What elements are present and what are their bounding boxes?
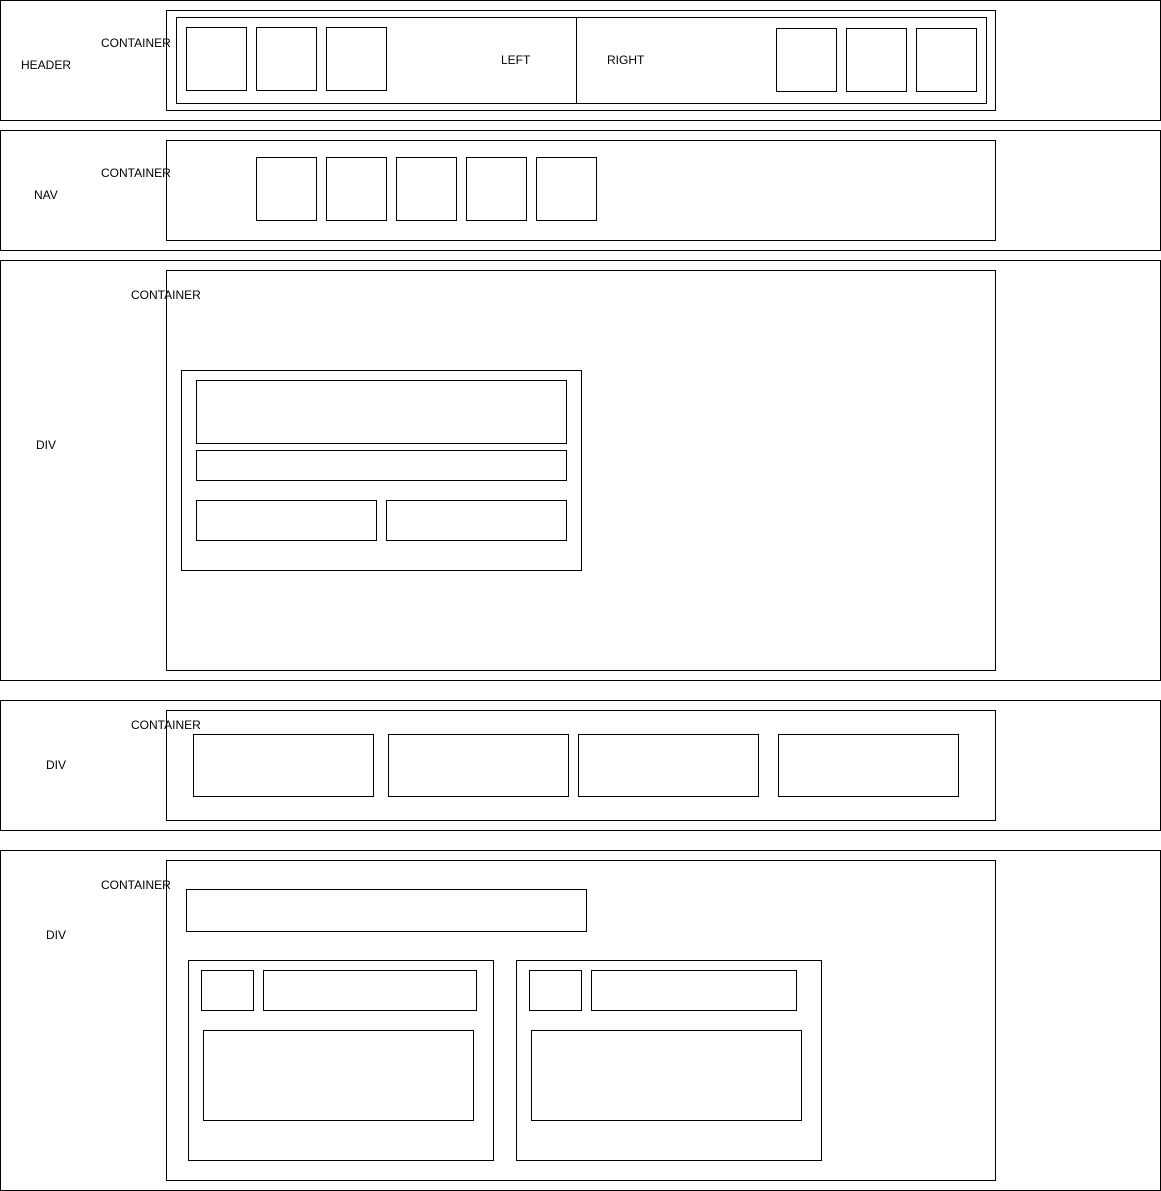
nav-item-block	[326, 157, 387, 221]
nav-item-block	[466, 157, 527, 221]
card-block	[193, 734, 374, 797]
card-block	[578, 734, 759, 797]
card-block	[388, 734, 569, 797]
form-card-right-button	[386, 500, 567, 541]
panel-left-avatar	[201, 970, 254, 1011]
panel-left-title-bar	[263, 970, 477, 1011]
header-right-block	[846, 28, 907, 92]
panel-right-body	[531, 1030, 802, 1121]
header-label: HEADER	[21, 58, 72, 72]
nav-label: NAV	[34, 188, 58, 202]
div-panels-container-label: CONTAINER	[101, 878, 171, 892]
header-left-block	[186, 27, 247, 91]
nav-item-block	[396, 157, 457, 221]
card-block	[778, 734, 959, 797]
nav-item-block	[256, 157, 317, 221]
header-left-label: LEFT	[501, 53, 531, 67]
header-left-block	[326, 27, 387, 91]
nav-container-label: CONTAINER	[101, 166, 171, 180]
div-main-label: DIV	[36, 438, 57, 452]
panels-heading-bar	[186, 889, 587, 932]
header-right-block	[916, 28, 977, 92]
div-cards-label: DIV	[46, 758, 67, 772]
form-card-left-button	[196, 500, 377, 541]
form-card-field	[196, 450, 567, 481]
form-card-top-block	[196, 380, 567, 444]
panel-right-title-bar	[591, 970, 797, 1011]
header-left-right-divider	[576, 17, 577, 104]
nav-item-block	[536, 157, 597, 221]
div-panels-label: DIV	[46, 928, 67, 942]
panel-right-avatar	[529, 970, 582, 1011]
header-right-block	[776, 28, 837, 92]
panel-left-body	[203, 1030, 474, 1121]
header-right-label: RIGHT	[607, 53, 645, 67]
header-left-block	[256, 27, 317, 91]
header-container-label: CONTAINER	[101, 36, 171, 50]
